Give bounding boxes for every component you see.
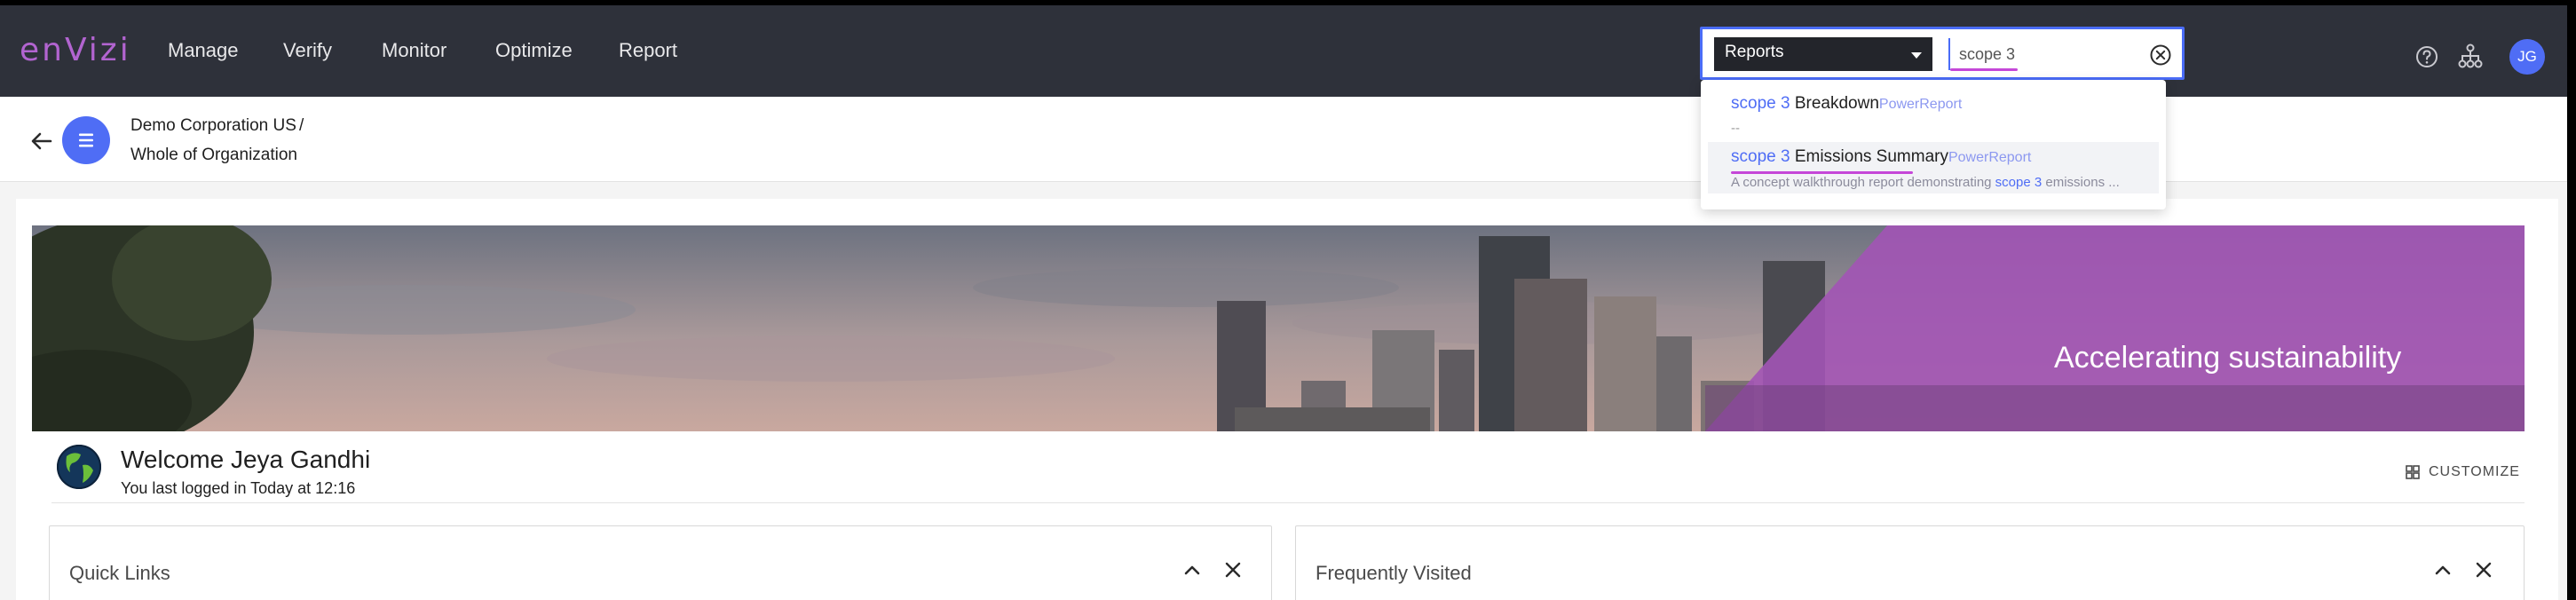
- menu-button[interactable]: [62, 116, 110, 164]
- nav-item-verify[interactable]: Verify: [283, 39, 332, 62]
- result-description: A concept walkthrough report demonstrati…: [1731, 175, 2120, 190]
- grid-icon: [2406, 465, 2420, 479]
- quick-links-title: Quick Links: [69, 562, 170, 584]
- back-arrow-icon[interactable]: [29, 129, 54, 154]
- breadcrumb-location[interactable]: Whole of Organization: [130, 146, 297, 165]
- search-term-underline: [1950, 68, 2018, 71]
- nav-item-monitor[interactable]: Monitor: [382, 39, 446, 62]
- result-title: scope 3 Emissions SummaryPowerReport: [1731, 147, 2031, 167]
- home-content: Accelerating sustainability Welcome Jeya…: [16, 199, 2558, 600]
- result-description-text: A concept walkthrough report demonstrati…: [1731, 175, 1995, 190]
- result-subtitle: --: [1731, 121, 1740, 136]
- search-scope-value: Reports: [1725, 43, 1784, 61]
- search-results-dropdown: scope 3 BreakdownPowerReport -- scope 3 …: [1701, 80, 2166, 209]
- customize-label: CUSTOMIZE: [2429, 464, 2520, 479]
- banner-tagline: Accelerating sustainability: [2054, 341, 2402, 375]
- welcome-title: Welcome Jeya Gandhi: [121, 446, 371, 473]
- frequently-visited-title: Frequently Visited: [1316, 562, 1472, 584]
- result-name: Breakdown: [1790, 94, 1879, 113]
- nav-item-report[interactable]: Report: [619, 39, 677, 62]
- top-nav-bar: enVizi Manage Verify Monitor Optimize Re…: [0, 5, 2567, 97]
- nav-item-optimize[interactable]: Optimize: [495, 39, 573, 62]
- clear-circle-icon[interactable]: [2149, 43, 2172, 67]
- result-description-tail: emissions ...: [2042, 175, 2120, 190]
- close-icon[interactable]: [1223, 560, 1243, 580]
- result-type: PowerReport: [1948, 150, 2032, 165]
- quick-links-panel: Quick Links: [49, 525, 1272, 600]
- last-login-text: You last logged in Today at 12:16: [121, 479, 356, 497]
- org-hierarchy-icon[interactable]: [2457, 43, 2484, 69]
- context-bar: Demo Corporation US / Whole of Organizat…: [0, 97, 2567, 182]
- globe-avatar-icon: [57, 445, 101, 489]
- search-result-item[interactable]: scope 3 BreakdownPowerReport --: [1708, 89, 2159, 138]
- help-icon[interactable]: [2414, 44, 2439, 69]
- hamburger-icon: [79, 133, 93, 147]
- app-window: enVizi Manage Verify Monitor Optimize Re…: [0, 5, 2567, 600]
- divider: [51, 502, 2525, 503]
- result-match: scope 3: [1731, 94, 1790, 113]
- result-match: scope 3: [1731, 147, 1790, 166]
- chevron-up-icon[interactable]: [2432, 560, 2454, 581]
- frequently-visited-panel: Frequently Visited: [1295, 525, 2525, 600]
- result-title-underline: [1731, 171, 1913, 174]
- close-icon[interactable]: [2474, 560, 2493, 580]
- caret-down-icon: [1911, 52, 1922, 59]
- breadcrumb-organization[interactable]: Demo Corporation US: [130, 116, 296, 136]
- skyline-banner-image: [32, 225, 2525, 431]
- user-avatar[interactable]: JG: [2509, 39, 2545, 75]
- search-result-item[interactable]: scope 3 Emissions SummaryPowerReport A c…: [1708, 142, 2159, 193]
- search-input[interactable]: [1948, 38, 2126, 70]
- result-name: Emissions Summary: [1790, 147, 1948, 166]
- result-title: scope 3 BreakdownPowerReport: [1731, 94, 1962, 114]
- hero-banner: Accelerating sustainability: [32, 225, 2525, 431]
- global-search: Reports: [1700, 27, 2185, 80]
- customize-button[interactable]: CUSTOMIZE: [2395, 456, 2525, 488]
- breadcrumb-separator: /: [299, 116, 304, 135]
- result-description-match: scope 3: [1995, 175, 2043, 190]
- nav-item-manage[interactable]: Manage: [168, 39, 239, 62]
- envizi-logo[interactable]: enVizi: [20, 32, 131, 68]
- result-type: PowerReport: [1878, 97, 1963, 112]
- search-scope-select[interactable]: Reports: [1714, 37, 1932, 71]
- chevron-up-icon[interactable]: [1181, 560, 1203, 581]
